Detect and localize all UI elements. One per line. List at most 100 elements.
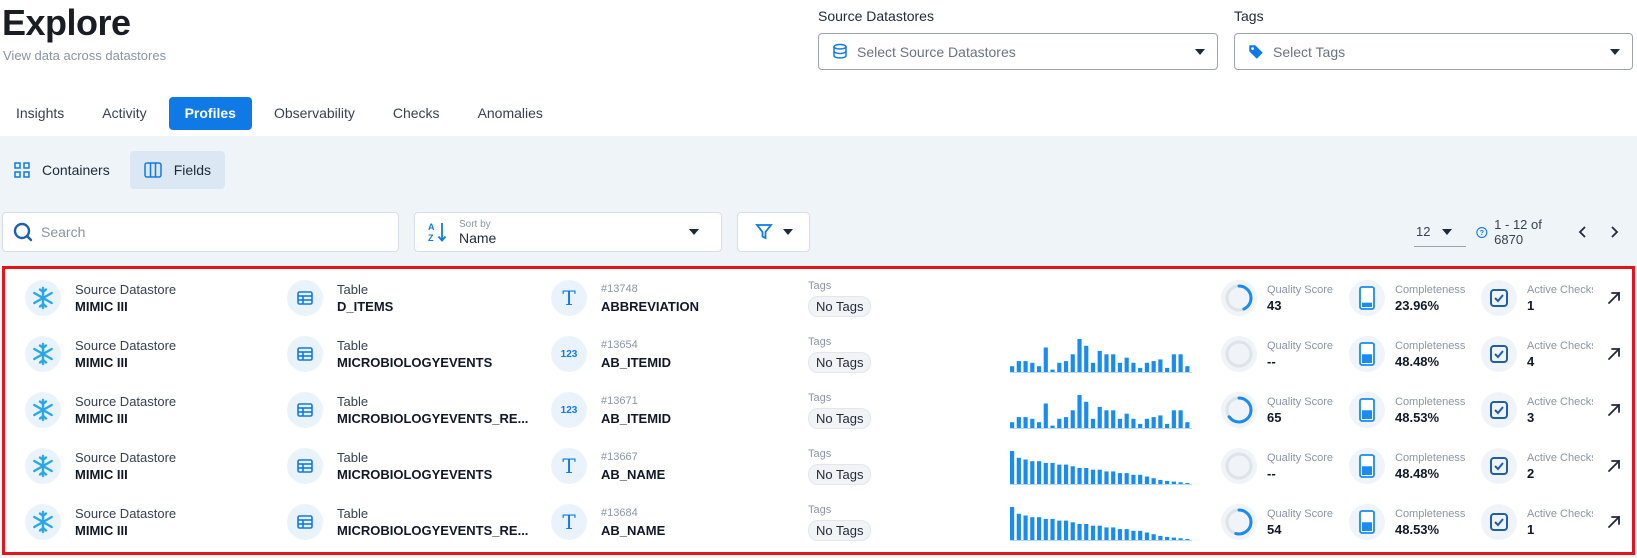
histogram-bar — [1057, 362, 1062, 373]
tab-profiles[interactable]: Profiles — [168, 96, 252, 130]
tags-select[interactable]: Select Tags — [1234, 33, 1633, 70]
field-cell: 123 #13654 AB_ITEMID — [551, 325, 671, 383]
tags-cell: Tags No Tags — [808, 391, 872, 429]
field-name: AB_NAME — [601, 467, 666, 482]
chevron-down-icon — [1195, 48, 1205, 55]
histogram-bar — [1111, 471, 1116, 485]
histogram-bar — [1090, 362, 1096, 373]
containers-view-button[interactable]: Containers — [0, 151, 124, 189]
datastore-label: Source Datastore — [75, 394, 177, 409]
histogram-bar — [1117, 362, 1123, 373]
search-input[interactable] — [41, 224, 388, 240]
chevron-down-icon — [689, 229, 699, 235]
histogram-bar — [1084, 468, 1089, 485]
completeness-value: 23.96% — [1395, 298, 1440, 313]
page-header: Explore View data across datastores Sour… — [0, 0, 1637, 130]
container-type-label: Table — [337, 450, 369, 465]
tab-observability[interactable]: Observability — [258, 97, 371, 130]
table-icon — [287, 392, 323, 428]
completeness-value: 48.53% — [1395, 522, 1440, 537]
numeric-type-icon: 123 — [551, 336, 587, 372]
histogram-bar — [1070, 466, 1075, 485]
completeness-value: 48.48% — [1395, 466, 1440, 481]
text-type-icon: T — [551, 280, 587, 316]
sort-select[interactable]: A Z Sort by Name — [414, 212, 722, 252]
chevron-down-icon — [782, 229, 793, 235]
open-arrow-icon[interactable] — [1605, 345, 1623, 363]
histogram-bar — [1131, 418, 1136, 429]
open-arrow-icon[interactable] — [1605, 401, 1623, 419]
open-arrow-icon[interactable] — [1605, 513, 1623, 531]
histogram-bar — [1104, 354, 1109, 373]
tab-insights[interactable]: Insights — [0, 97, 80, 130]
chevron-left-icon — [1579, 226, 1586, 238]
field-id: #13671 — [601, 395, 638, 407]
tags-label: Tags — [808, 392, 832, 404]
quality-score-ring-icon — [1221, 280, 1257, 316]
datastore-cell: Source Datastore MIMIC III — [25, 325, 176, 383]
field-profile-row[interactable]: Source Datastore MIMIC III Table MICROBI… — [5, 493, 1632, 551]
field-id: #13684 — [601, 507, 638, 519]
field-id: #13654 — [601, 339, 638, 351]
open-arrow-icon[interactable] — [1605, 457, 1623, 475]
histogram-bar — [1131, 362, 1136, 373]
filter-button[interactable] — [737, 212, 810, 252]
histogram-bar — [1151, 478, 1156, 485]
open-arrow-icon[interactable] — [1605, 289, 1623, 307]
tags-label: Tags — [808, 504, 832, 516]
histogram-bar — [1185, 422, 1190, 429]
tab-anomalies[interactable]: Anomalies — [462, 97, 559, 130]
histogram-bar — [1144, 362, 1149, 373]
field-profile-row[interactable]: Source Datastore MIMIC III Table MICROBI… — [5, 381, 1632, 439]
datastore-cell: Source Datastore MIMIC III — [25, 437, 176, 495]
field-profile-list: Source Datastore MIMIC III Table D_ITEMS… — [2, 266, 1635, 555]
tags-cell: Tags No Tags — [808, 335, 872, 373]
histogram-bar — [1023, 417, 1028, 429]
container-type-label: Table — [337, 282, 369, 297]
field-profile-row[interactable]: Source Datastore MIMIC III Table MICROBI… — [5, 437, 1632, 495]
tags-cell: Tags No Tags — [808, 503, 872, 541]
histogram-bar — [1057, 520, 1062, 541]
active-checks-value: 4 — [1527, 354, 1535, 369]
tags-cell: Tags No Tags — [808, 447, 872, 485]
help-icon[interactable]: ? — [1476, 225, 1488, 240]
container-name: MICROBIOLOGYEVENTS — [337, 467, 493, 482]
tab-activity[interactable]: Activity — [86, 97, 162, 130]
tag-chip[interactable]: No Tags — [808, 352, 872, 373]
histogram-bar — [1036, 517, 1042, 541]
table-icon — [287, 336, 323, 372]
field-profile-row[interactable]: Source Datastore MIMIC III Table D_ITEMS… — [5, 269, 1632, 327]
active-checks-label: Active Checks — [1527, 396, 1593, 408]
tag-chip[interactable]: No Tags — [808, 520, 872, 541]
quality-score-cell: Quality Score 65 — [1221, 381, 1341, 439]
value-histogram — [1010, 451, 1192, 485]
next-page-button[interactable] — [1606, 221, 1623, 243]
datastores-select[interactable]: Select Source Datastores — [818, 33, 1218, 70]
grid-icon — [14, 162, 30, 178]
quality-score-ring-icon — [1221, 504, 1257, 540]
chevron-right-icon — [1611, 226, 1619, 238]
text-type-icon: T — [551, 504, 587, 540]
tag-chip[interactable]: No Tags — [808, 296, 872, 317]
field-profile-row[interactable]: Source Datastore MIMIC III Table MICROBI… — [5, 325, 1632, 383]
page-size-select[interactable]: 12 — [1414, 217, 1467, 247]
histogram-bar — [1023, 459, 1028, 485]
histogram-bar — [1063, 361, 1069, 373]
tab-checks[interactable]: Checks — [377, 97, 456, 130]
histogram-bar — [1104, 527, 1109, 541]
histogram-bar — [1151, 361, 1156, 373]
active-checks-label: Active Checks — [1527, 284, 1593, 296]
value-histogram — [1010, 507, 1192, 541]
histogram-bar — [1077, 468, 1082, 485]
previous-page-button[interactable] — [1575, 221, 1592, 243]
fields-view-button[interactable]: Fields — [129, 151, 226, 189]
histogram-bar — [1043, 403, 1048, 429]
tag-chip[interactable]: No Tags — [808, 464, 872, 485]
histogram-bar — [1030, 362, 1035, 373]
tag-chip[interactable]: No Tags — [808, 408, 872, 429]
field-cell: T #13748 ABBREVIATION — [551, 269, 699, 327]
histogram-bar — [1016, 457, 1021, 485]
snowflake-icon — [25, 336, 61, 372]
datastore-name: MIMIC III — [75, 467, 128, 482]
funnel-icon — [754, 224, 773, 240]
